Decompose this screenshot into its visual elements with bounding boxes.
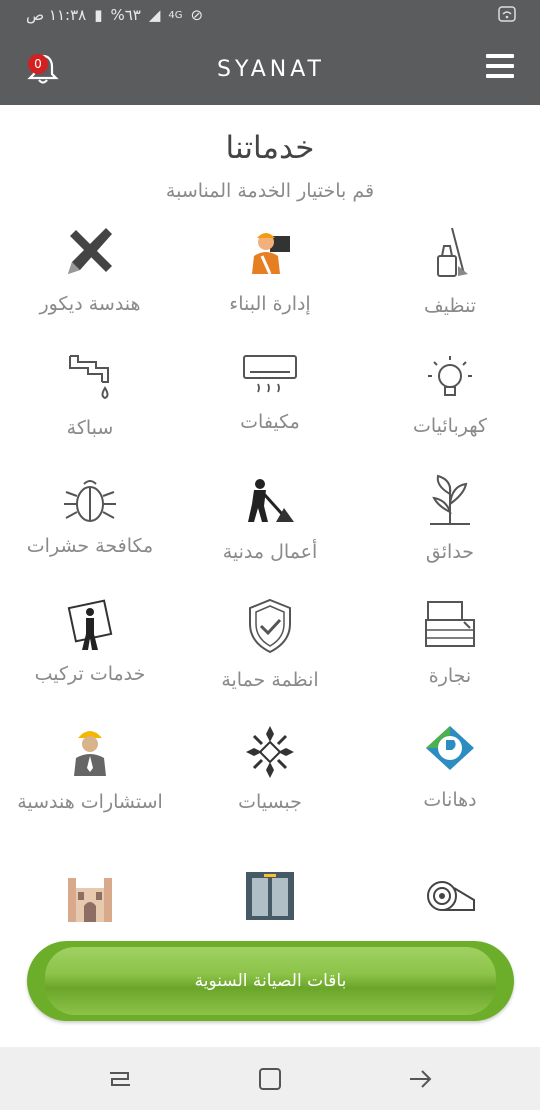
network-type: 4G	[168, 9, 183, 21]
recent-apps-icon[interactable]	[106, 1065, 134, 1093]
service-label: حدائق	[425, 541, 475, 563]
home-icon[interactable]	[256, 1065, 284, 1093]
service-label: انظمة حماية	[221, 669, 319, 691]
service-label: أعمال مدنية	[222, 541, 318, 563]
roll-icon	[422, 868, 478, 926]
battery-icon: ▮	[94, 6, 103, 24]
cleaning-icon	[422, 222, 478, 280]
app-logo: SYANAT	[217, 57, 325, 82]
service-label: خدمات تركيب	[34, 663, 146, 685]
engineer-icon	[62, 724, 118, 782]
wifi-icon	[498, 6, 516, 26]
battery-level: %٦٣	[110, 6, 141, 24]
service-label: إدارة البناء	[229, 293, 311, 315]
service-label: مكافحة حشرات	[26, 535, 154, 557]
system-navigation-bar	[0, 1047, 540, 1110]
service-label: استشارات هندسية	[17, 791, 163, 813]
status-time: ١١:٣٨ ص	[26, 6, 87, 24]
mute-icon: ⊘	[190, 6, 204, 24]
service-label: نجارة	[428, 665, 472, 687]
service-label: مكيفات	[240, 411, 300, 433]
service-label: تنظيف	[423, 295, 476, 317]
shield-check-icon	[242, 598, 298, 656]
digging-worker-icon	[242, 474, 298, 532]
back-icon[interactable]	[406, 1065, 434, 1093]
light-bulb-icon	[422, 352, 478, 410]
status-bar: ١١:٣٨ ص ▮ %٦٣ ◢ 4G ⊘	[0, 0, 540, 32]
carpentry-icon	[422, 598, 478, 656]
status-left: ١١:٣٨ ص ▮ %٦٣ ◢ 4G ⊘	[26, 6, 203, 24]
page-subtitle: قم باختيار الخدمة المناسبة	[165, 180, 375, 202]
page-title: خدماتنا	[225, 130, 315, 166]
installer-icon	[62, 598, 118, 656]
paint-logo-icon	[422, 724, 478, 782]
service-label: هندسة ديكور	[39, 293, 141, 315]
elevator-icon	[242, 868, 298, 926]
ruler-pencil-icon	[62, 222, 118, 280]
hamburger-menu-icon[interactable]	[486, 54, 514, 80]
signal-icon: ◢	[148, 6, 161, 24]
app-bar: 0 SYANAT	[0, 32, 540, 105]
notification-badge: 0	[28, 54, 48, 74]
service-label: كهربائيات	[412, 415, 488, 437]
faucet-icon	[62, 352, 118, 410]
bug-icon	[62, 474, 118, 532]
annual-maintenance-packages-button[interactable]: باقات الصيانة السنوية	[27, 941, 514, 1021]
gypsum-pattern-icon	[242, 724, 298, 782]
construction-worker-icon	[242, 222, 298, 280]
building-icon	[62, 868, 118, 926]
service-label: سباكة	[66, 417, 114, 439]
plant-icon	[422, 474, 478, 532]
service-label: جبسيات	[238, 791, 302, 813]
air-conditioner-icon	[242, 352, 298, 410]
cta-label: باقات الصيانة السنوية	[194, 971, 347, 991]
service-label: دهانات	[423, 789, 477, 811]
